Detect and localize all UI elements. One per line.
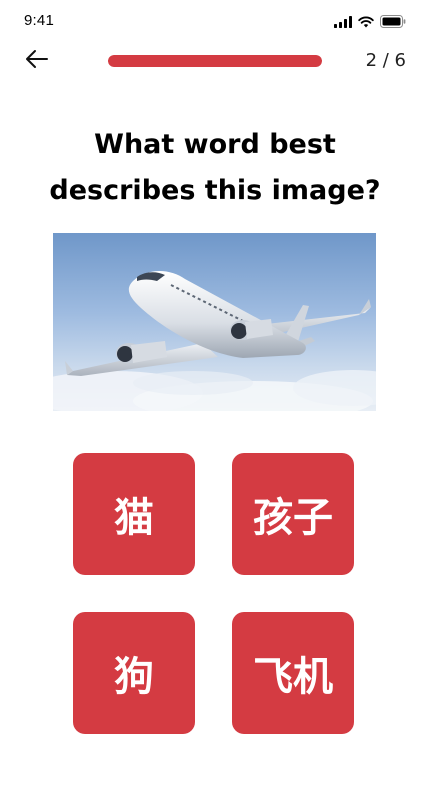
question-title: What word best describes this image? bbox=[49, 129, 381, 206]
answer-option-2[interactable]: 孩子 bbox=[232, 453, 354, 575]
battery-icon bbox=[380, 13, 406, 32]
answer-option-4[interactable]: 飞机 bbox=[232, 612, 354, 734]
question-image bbox=[53, 233, 376, 411]
answer-option-1[interactable]: 猫 bbox=[73, 453, 195, 575]
progress-bar bbox=[108, 55, 322, 67]
airplane-photo bbox=[53, 233, 376, 411]
arrow-left-icon bbox=[25, 49, 49, 73]
progress-count: 2 / 6 bbox=[365, 50, 406, 71]
progress-fill bbox=[108, 55, 322, 67]
signal-icon bbox=[334, 13, 352, 32]
back-button[interactable] bbox=[24, 48, 50, 74]
status-bar: 9:41 bbox=[0, 0, 430, 40]
status-icons bbox=[334, 13, 406, 32]
wifi-icon bbox=[358, 13, 374, 32]
answer-option-3[interactable]: 狗 bbox=[73, 612, 195, 734]
status-time: 9:41 bbox=[24, 12, 54, 29]
